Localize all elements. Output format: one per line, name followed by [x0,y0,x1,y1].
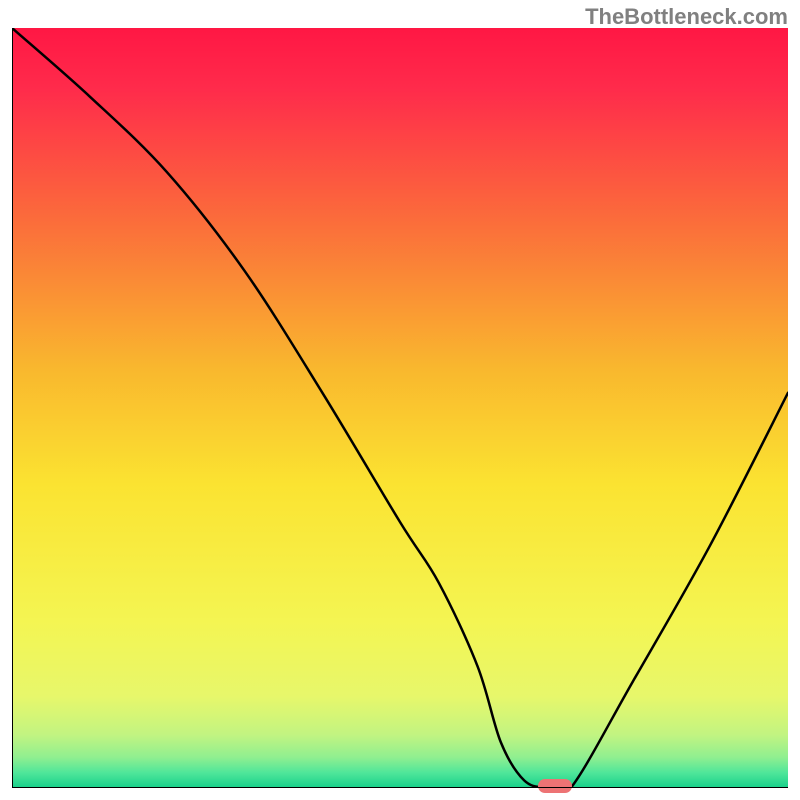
optimal-point-marker [538,779,572,793]
watermark-text: TheBottleneck.com [585,4,788,30]
chart-plot-area [12,28,788,788]
chart-line-series [12,28,788,788]
